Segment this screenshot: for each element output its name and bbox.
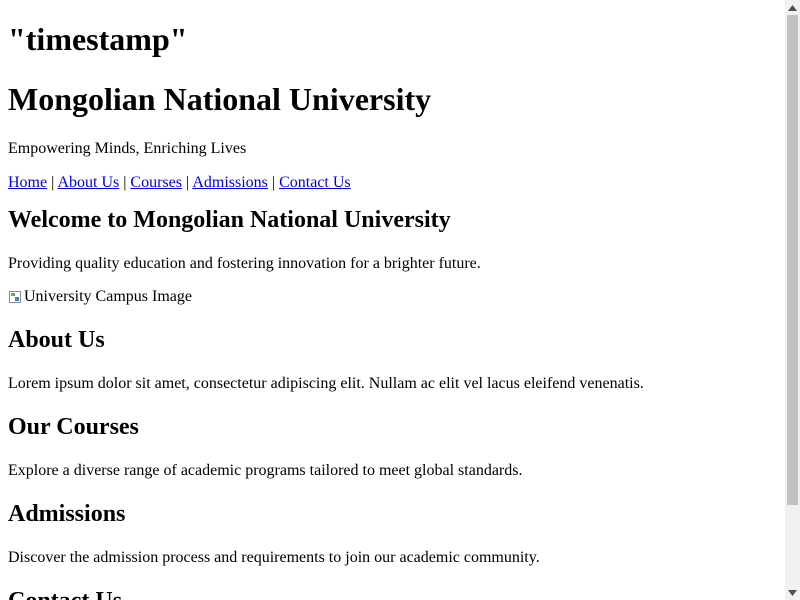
admissions-heading: Admissions bbox=[8, 501, 126, 527]
timestamp-heading: "timestamp" bbox=[8, 21, 188, 57]
about-heading: About Us bbox=[8, 327, 105, 353]
site-tagline: Empowering Minds, Enriching Lives bbox=[8, 140, 247, 157]
nav-separator: | bbox=[271, 174, 280, 191]
scroll-down-arrow-icon[interactable] bbox=[785, 585, 800, 600]
vertical-scrollbar[interactable] bbox=[785, 0, 800, 600]
contact-section: Contact Us bbox=[8, 587, 777, 600]
main-nav: Home | About Us | Courses | Admissions |… bbox=[8, 173, 777, 192]
campus-image-alt-text: University Campus Image bbox=[24, 288, 192, 305]
site-header: Mongolian National University Empowering… bbox=[8, 81, 777, 158]
site-title: Mongolian National University bbox=[8, 81, 432, 117]
about-section: About Us Lorem ipsum dolor sit amet, con… bbox=[8, 326, 777, 393]
nav-link-about-us[interactable]: About Us bbox=[57, 174, 119, 191]
scroll-up-arrow-icon[interactable] bbox=[785, 0, 800, 15]
nav-link-home[interactable]: Home bbox=[8, 174, 47, 191]
welcome-section: Welcome to Mongolian National University… bbox=[8, 206, 777, 306]
welcome-heading: Welcome to Mongolian National University bbox=[8, 207, 451, 233]
nav-link-contact-us[interactable]: Contact Us bbox=[279, 174, 351, 191]
broken-image-icon bbox=[8, 289, 24, 305]
nav-link-courses[interactable]: Courses bbox=[130, 174, 182, 191]
courses-section: Our Courses Explore a diverse range of a… bbox=[8, 413, 777, 480]
campus-image: University Campus Image bbox=[8, 287, 777, 306]
admissions-section: Admissions Discover the admission proces… bbox=[8, 500, 777, 567]
nav-link-admissions[interactable]: Admissions bbox=[192, 174, 268, 191]
courses-text: Explore a diverse range of academic prog… bbox=[8, 462, 523, 479]
welcome-text: Providing quality education and fosterin… bbox=[8, 255, 481, 272]
about-text: Lorem ipsum dolor sit amet, consectetur … bbox=[8, 375, 644, 392]
admissions-text: Discover the admission process and requi… bbox=[8, 549, 540, 566]
page-content: "timestamp" Mongolian National Universit… bbox=[0, 21, 785, 600]
contact-heading: Contact Us bbox=[8, 587, 777, 600]
browser-viewport: "timestamp" Mongolian National Universit… bbox=[0, 0, 785, 600]
courses-heading: Our Courses bbox=[8, 414, 139, 440]
scrollbar-thumb[interactable] bbox=[787, 15, 798, 505]
